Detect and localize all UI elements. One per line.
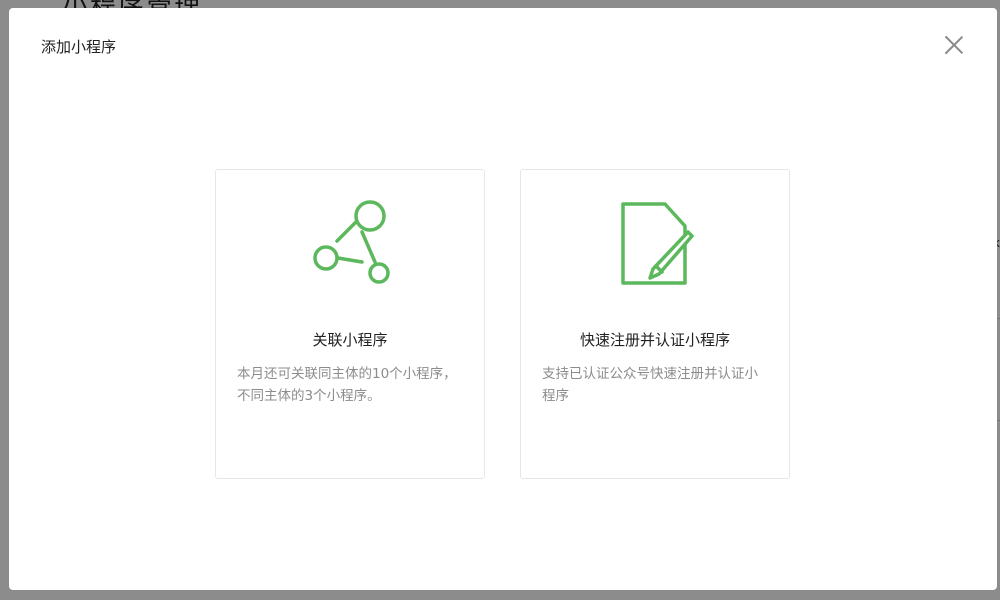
document-edit-icon [621, 202, 694, 285]
card-title: 关联小程序 [312, 331, 388, 349]
card-description: 本月还可关联同主体的10个小程序，不同主体的3个小程序。 [237, 366, 457, 404]
card-title: 快速注册并认证小程序 [579, 331, 730, 349]
card-description: 支持已认证公众号快速注册并认证小程序 [542, 366, 758, 404]
network-link-icon [313, 200, 390, 284]
close-icon[interactable] [939, 30, 969, 60]
link-mini-program-card[interactable]: 关联小程序 本月还可关联同主体的10个小程序，不同主体的3个小程序。 [215, 169, 485, 479]
add-mini-program-dialog: 添加小程序 关联小程序 本月还可关联同主体的10个小程序，不同主体的3个小程序。… [9, 8, 997, 590]
dialog-title: 添加小程序 [41, 38, 117, 56]
quick-register-card[interactable]: 快速注册并认证小程序 支持已认证公众号快速注册并认证小程序 [520, 169, 790, 479]
